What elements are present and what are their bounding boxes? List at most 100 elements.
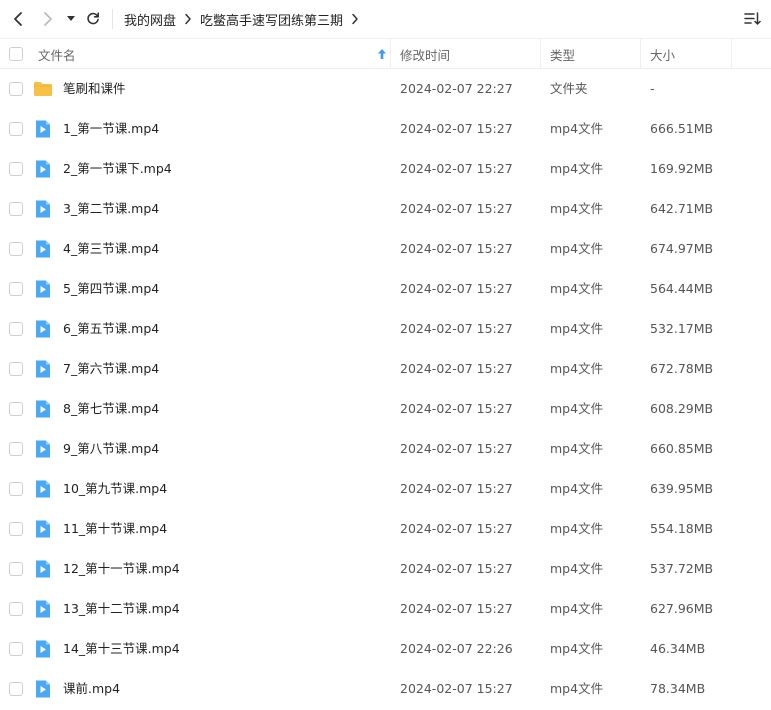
file-size: 532.17MB	[650, 321, 714, 336]
file-type: mp4文件	[550, 401, 604, 416]
row-checkbox[interactable]	[9, 242, 23, 256]
breadcrumb-item-current[interactable]: 吃鳖高手速写团练第三期	[200, 10, 343, 29]
file-row[interactable]: 2_第一节课下.mp4 2024-02-07 15:27 mp4文件 169.92MB	[0, 149, 771, 189]
file-name: 11_第十节课.mp4	[63, 521, 168, 536]
file-size: 78.34MB	[650, 681, 706, 696]
file-name: 1_第一节课.mp4	[63, 121, 160, 136]
file-type: mp4文件	[550, 641, 604, 656]
row-checkbox[interactable]	[9, 522, 23, 536]
row-checkbox[interactable]	[9, 122, 23, 136]
file-type: mp4文件	[550, 361, 604, 376]
row-checkbox[interactable]	[9, 602, 23, 616]
file-row[interactable]: 11_第十节课.mp4 2024-02-07 15:27 mp4文件 554.18MB	[0, 509, 771, 549]
file-type: mp4文件	[550, 681, 604, 696]
file-type: mp4文件	[550, 561, 604, 576]
file-size: 674.97MB	[650, 241, 714, 256]
row-checkbox[interactable]	[9, 482, 23, 496]
file-size: 537.72MB	[650, 561, 714, 576]
video-file-icon	[33, 159, 53, 179]
row-checkbox[interactable]	[9, 642, 23, 656]
file-row[interactable]: 课前.mp4 2024-02-07 15:27 mp4文件 78.34MB	[0, 669, 771, 709]
file-type: mp4文件	[550, 281, 604, 296]
file-row[interactable]: 8_第七节课.mp4 2024-02-07 15:27 mp4文件 608.29MB	[0, 389, 771, 429]
history-dropdown-button[interactable]	[64, 8, 78, 30]
column-header-size-label: 大小	[650, 47, 676, 63]
back-button[interactable]	[8, 8, 28, 30]
row-checkbox[interactable]	[9, 362, 23, 376]
file-row[interactable]: 1_第一节课.mp4 2024-02-07 15:27 mp4文件 666.51MB	[0, 109, 771, 149]
column-header-type-label: 类型	[550, 47, 576, 63]
column-header-name[interactable]: 文件名	[38, 39, 390, 69]
file-name: 6_第五节课.mp4	[63, 321, 160, 336]
file-row[interactable]: 10_第九节课.mp4 2024-02-07 15:27 mp4文件 639.95MB	[0, 469, 771, 509]
row-checkbox[interactable]	[9, 402, 23, 416]
column-divider	[640, 39, 641, 69]
file-type: mp4文件	[550, 441, 604, 456]
file-type: mp4文件	[550, 481, 604, 496]
row-checkbox[interactable]	[9, 322, 23, 336]
caret-down-icon	[67, 16, 75, 21]
file-size: 639.95MB	[650, 481, 714, 496]
file-row[interactable]: 9_第八节课.mp4 2024-02-07 15:27 mp4文件 660.85MB	[0, 429, 771, 469]
file-type: mp4文件	[550, 241, 604, 256]
file-row[interactable]: 7_第六节课.mp4 2024-02-07 15:27 mp4文件 672.78MB	[0, 349, 771, 389]
row-checkbox[interactable]	[9, 202, 23, 216]
row-checkbox[interactable]	[9, 442, 23, 456]
forward-button[interactable]	[38, 8, 58, 30]
refresh-icon	[87, 12, 99, 25]
refresh-button[interactable]	[83, 8, 103, 30]
file-modified-time: 2024-02-07 15:27	[400, 481, 513, 496]
file-size: 666.51MB	[650, 121, 714, 136]
file-name: 笔刷和课件	[63, 81, 126, 96]
file-name: 10_第九节课.mp4	[63, 481, 168, 496]
file-row[interactable]: 3_第二节课.mp4 2024-02-07 15:27 mp4文件 642.71MB	[0, 189, 771, 229]
file-name: 5_第四节课.mp4	[63, 281, 160, 296]
file-row[interactable]: 6_第五节课.mp4 2024-02-07 15:27 mp4文件 532.17MB	[0, 309, 771, 349]
breadcrumb-separator-icon	[351, 13, 359, 25]
toolbar: 我的网盘 吃鳖高手速写团练第三期	[0, 0, 771, 38]
column-header-modified[interactable]: 修改时间	[400, 39, 540, 69]
column-header-size[interactable]: 大小	[650, 39, 730, 69]
file-size: 660.85MB	[650, 441, 714, 456]
breadcrumb: 我的网盘 吃鳖高手速写团练第三期	[124, 10, 367, 29]
column-divider	[390, 39, 391, 69]
file-modified-time: 2024-02-07 15:27	[400, 681, 513, 696]
file-modified-time: 2024-02-07 15:27	[400, 441, 513, 456]
file-name: 2_第一节课下.mp4	[63, 161, 172, 176]
breadcrumb-item-root[interactable]: 我的网盘	[124, 10, 176, 29]
file-size: 642.71MB	[650, 201, 714, 216]
file-row[interactable]: 笔刷和课件 2024-02-07 22:27 文件夹 -	[0, 69, 771, 109]
file-modified-time: 2024-02-07 15:27	[400, 281, 513, 296]
breadcrumb-separator-icon	[184, 13, 192, 25]
file-size: -	[650, 81, 655, 96]
row-checkbox[interactable]	[9, 162, 23, 176]
file-name: 13_第十二节课.mp4	[63, 601, 180, 616]
file-modified-time: 2024-02-07 15:27	[400, 321, 513, 336]
file-modified-time: 2024-02-07 22:27	[400, 81, 513, 96]
file-size: 564.44MB	[650, 281, 714, 296]
file-name: 7_第六节课.mp4	[63, 361, 160, 376]
sort-order-button[interactable]	[743, 10, 761, 28]
file-row[interactable]: 14_第十三节课.mp4 2024-02-07 22:26 mp4文件 46.34MB	[0, 629, 771, 669]
file-size: 627.96MB	[650, 601, 714, 616]
row-checkbox[interactable]	[9, 562, 23, 576]
file-modified-time: 2024-02-07 15:27	[400, 241, 513, 256]
file-row[interactable]: 13_第十二节课.mp4 2024-02-07 15:27 mp4文件 627.96M…	[0, 589, 771, 629]
row-checkbox[interactable]	[9, 682, 23, 696]
file-row[interactable]: 5_第四节课.mp4 2024-02-07 15:27 mp4文件 564.44MB	[0, 269, 771, 309]
file-type: mp4文件	[550, 201, 604, 216]
file-row[interactable]: 12_第十一节课.mp4 2024-02-07 15:27 mp4文件 537.72M…	[0, 549, 771, 589]
file-row[interactable]: 4_第三节课.mp4 2024-02-07 15:27 mp4文件 674.97MB	[0, 229, 771, 269]
column-divider	[540, 39, 541, 69]
file-type: mp4文件	[550, 521, 604, 536]
file-name: 14_第十三节课.mp4	[63, 641, 180, 656]
row-checkbox[interactable]	[9, 282, 23, 296]
video-file-icon	[33, 199, 53, 219]
video-file-icon	[33, 239, 53, 259]
video-file-icon	[33, 559, 53, 579]
select-all-checkbox[interactable]	[9, 47, 23, 61]
row-checkbox[interactable]	[9, 82, 23, 96]
column-header-type[interactable]: 类型	[550, 39, 640, 69]
video-file-icon	[33, 599, 53, 619]
chevron-right-icon	[44, 12, 52, 26]
